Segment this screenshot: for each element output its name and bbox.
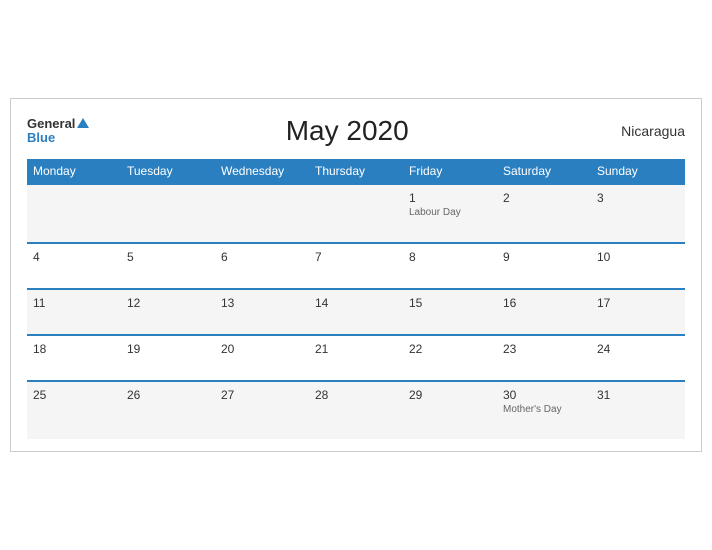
day-number: 29 (409, 388, 491, 402)
day-number: 18 (33, 342, 115, 356)
logo: General Blue (27, 117, 89, 146)
calendar-week-row: 18 19 20 21 22 23 24 (27, 335, 685, 381)
calendar-week-row: 456789 10 (27, 243, 685, 289)
calendar-day-cell: 22 (403, 335, 497, 381)
day-number: 17 (597, 296, 679, 310)
calendar-title: May 2020 (89, 115, 605, 147)
day-number: 3 (597, 191, 679, 205)
calendar-day-cell: 25 (27, 381, 121, 439)
col-header-sunday: Sunday (591, 159, 685, 184)
day-number: 27 (221, 388, 303, 402)
day-number: 10 (597, 250, 679, 264)
calendar-day-cell: 20 (215, 335, 309, 381)
day-number: 9 (503, 250, 585, 264)
day-number: 26 (127, 388, 209, 402)
calendar-day-cell: 17 (591, 289, 685, 335)
day-number: 5 (127, 250, 209, 264)
col-header-thursday: Thursday (309, 159, 403, 184)
calendar-day-cell: 9 (497, 243, 591, 289)
col-header-wednesday: Wednesday (215, 159, 309, 184)
day-event-label: Mother's Day (503, 404, 585, 415)
day-event-label: Labour Day (409, 207, 491, 218)
day-number: 25 (33, 388, 115, 402)
day-number: 23 (503, 342, 585, 356)
calendar-day-cell (309, 184, 403, 243)
calendar-header: General Blue May 2020 Nicaragua (27, 115, 685, 147)
calendar-day-cell: 6 (215, 243, 309, 289)
day-number: 19 (127, 342, 209, 356)
day-number: 6 (221, 250, 303, 264)
col-header-friday: Friday (403, 159, 497, 184)
calendar-day-cell: 7 (309, 243, 403, 289)
calendar-day-cell: 4 (27, 243, 121, 289)
calendar-day-cell: 13 (215, 289, 309, 335)
calendar-header-row: MondayTuesdayWednesdayThursdayFridaySatu… (27, 159, 685, 184)
calendar-day-cell: 15 (403, 289, 497, 335)
day-number: 24 (597, 342, 679, 356)
day-number: 14 (315, 296, 397, 310)
calendar-day-cell (27, 184, 121, 243)
calendar-week-row: 1 Labour Day 23 (27, 184, 685, 243)
day-number: 7 (315, 250, 397, 264)
col-header-saturday: Saturday (497, 159, 591, 184)
day-number: 21 (315, 342, 397, 356)
day-number: 31 (597, 388, 679, 402)
calendar: General Blue May 2020 Nicaragua MondayTu… (10, 98, 702, 452)
day-number: 11 (33, 296, 115, 310)
calendar-day-cell: 29 (403, 381, 497, 439)
calendar-day-cell: 11 (27, 289, 121, 335)
calendar-day-cell: 5 (121, 243, 215, 289)
logo-general-text: General (27, 117, 75, 131)
calendar-day-cell: 21 (309, 335, 403, 381)
calendar-day-cell: 27 (215, 381, 309, 439)
calendar-day-cell: 31 (591, 381, 685, 439)
day-number: 28 (315, 388, 397, 402)
day-number: 20 (221, 342, 303, 356)
day-number: 8 (409, 250, 491, 264)
logo-triangle-icon (77, 118, 89, 128)
day-number: 4 (33, 250, 115, 264)
calendar-day-cell: 18 (27, 335, 121, 381)
day-number: 12 (127, 296, 209, 310)
day-number: 15 (409, 296, 491, 310)
day-number: 2 (503, 191, 585, 205)
calendar-day-cell: 10 (591, 243, 685, 289)
calendar-day-cell: 2 (497, 184, 591, 243)
day-number: 13 (221, 296, 303, 310)
calendar-day-cell: 12 (121, 289, 215, 335)
col-header-tuesday: Tuesday (121, 159, 215, 184)
calendar-day-cell: 24 (591, 335, 685, 381)
calendar-week-row: 11 12 13 14 15 16 17 (27, 289, 685, 335)
calendar-day-cell: 16 (497, 289, 591, 335)
calendar-day-cell: 8 (403, 243, 497, 289)
day-number: 1 (409, 191, 491, 205)
calendar-day-cell: 26 (121, 381, 215, 439)
calendar-day-cell (121, 184, 215, 243)
day-number: 30 (503, 388, 585, 402)
calendar-country: Nicaragua (605, 123, 685, 139)
calendar-table: MondayTuesdayWednesdayThursdayFridaySatu… (27, 159, 685, 439)
calendar-day-cell: 1 Labour Day (403, 184, 497, 243)
logo-blue-text: Blue (27, 131, 89, 145)
calendar-day-cell: 28 (309, 381, 403, 439)
calendar-day-cell: 14 (309, 289, 403, 335)
col-header-monday: Monday (27, 159, 121, 184)
day-number: 16 (503, 296, 585, 310)
calendar-day-cell: 3 (591, 184, 685, 243)
calendar-day-cell: 19 (121, 335, 215, 381)
calendar-day-cell: 30 Mother's Day (497, 381, 591, 439)
calendar-day-cell: 23 (497, 335, 591, 381)
calendar-day-cell (215, 184, 309, 243)
calendar-week-row: 25 26 27 28 29 30 Mother's Day 31 (27, 381, 685, 439)
day-number: 22 (409, 342, 491, 356)
